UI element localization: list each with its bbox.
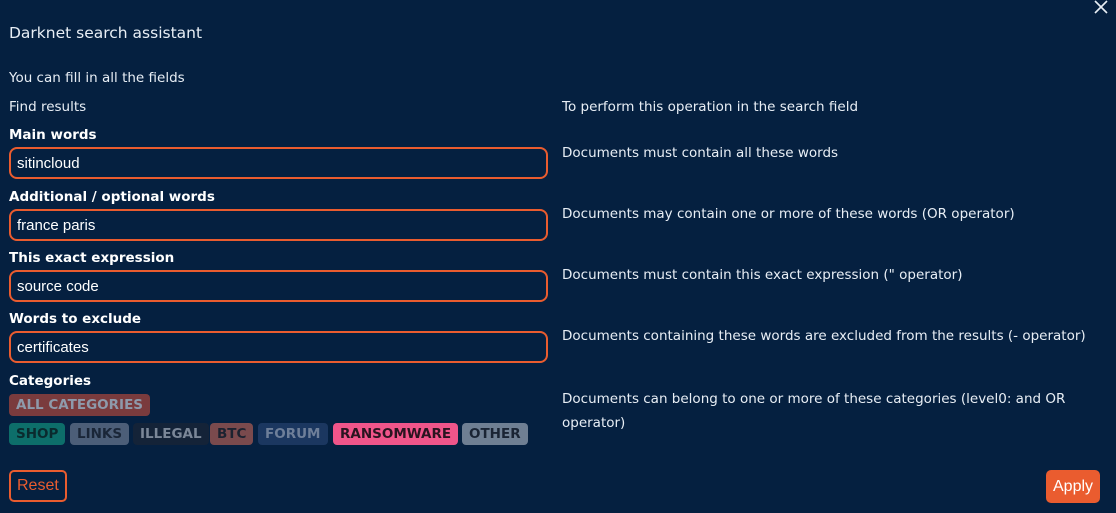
exclude-words-input[interactable] bbox=[9, 331, 548, 363]
chip-shop[interactable]: SHOP bbox=[9, 423, 66, 445]
reset-button[interactable]: Reset bbox=[9, 470, 67, 502]
optional-words-label: Additional / optional words bbox=[9, 189, 215, 205]
chip-forum[interactable]: FORUM bbox=[258, 423, 328, 445]
close-icon bbox=[1094, 0, 1108, 14]
main-words-label: Main words bbox=[9, 127, 97, 143]
main-words-description: Documents must contain all these words bbox=[562, 145, 839, 161]
categories-label: Categories bbox=[9, 373, 92, 389]
chip-illegal[interactable]: ILLEGAL bbox=[133, 423, 209, 445]
optional-words-input[interactable] bbox=[9, 209, 548, 241]
chip-links[interactable]: LINKS bbox=[70, 423, 130, 445]
chip-btc[interactable]: BTC bbox=[210, 423, 254, 445]
chip-ransomware[interactable]: RANSOMWARE bbox=[333, 423, 459, 445]
optional-words-description: Documents may contain one or more of the… bbox=[562, 206, 1015, 222]
dialog-title: Darknet search assistant bbox=[9, 24, 203, 42]
find-results-header: Find results bbox=[9, 99, 87, 115]
close-button[interactable] bbox=[1092, 0, 1110, 16]
operation-header: To perform this operation in the search … bbox=[562, 99, 859, 115]
chip-other[interactable]: OTHER bbox=[462, 423, 528, 445]
apply-button[interactable]: Apply bbox=[1046, 470, 1101, 503]
exact-expression-description: Documents must contain this exact expres… bbox=[562, 267, 963, 283]
chip-all-categories[interactable]: ALL CATEGORIES bbox=[9, 394, 151, 416]
exact-expression-input[interactable] bbox=[9, 270, 548, 302]
categories-description: Documents can belong to one or more of t… bbox=[562, 391, 1066, 431]
exclude-words-label: Words to exclude bbox=[9, 311, 142, 327]
exact-expression-label: This exact expression bbox=[9, 250, 175, 266]
main-words-input[interactable] bbox=[9, 147, 548, 179]
exclude-words-description: Documents containing these words are exc… bbox=[562, 328, 1086, 344]
dialog-hint: You can fill in all the fields bbox=[9, 70, 185, 86]
